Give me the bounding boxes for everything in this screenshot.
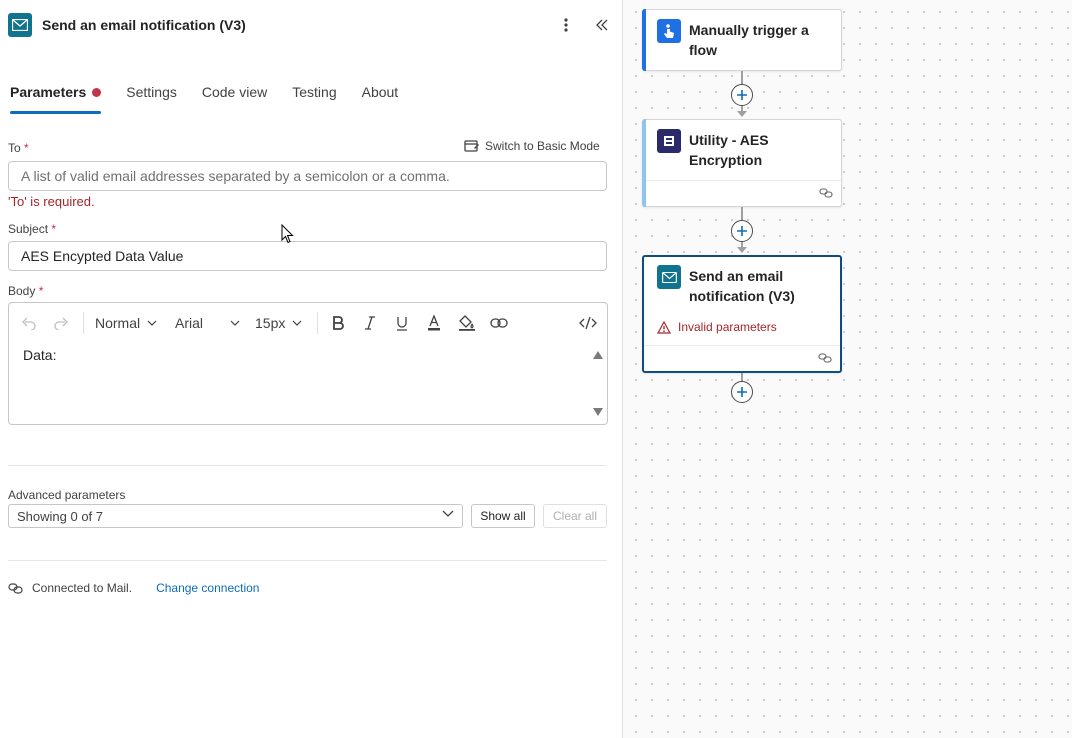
section-divider [8,560,607,561]
tab-about[interactable]: About [362,80,399,114]
block-format-value: Normal [95,315,141,331]
code-view-toggle-icon[interactable] [579,312,597,334]
connection-link-icon [819,188,833,198]
node-title: Send an email notification (V3) [689,268,795,304]
subject-input[interactable]: AES Encypted Data Value [8,241,607,271]
chevron-down-icon [442,510,454,517]
font-family-dropdown[interactable]: Arial [175,312,240,334]
connector-arrow [737,247,747,253]
connection-info: Connected to Mail. Change connection [8,581,259,595]
show-all-button[interactable]: Show all [471,504,535,528]
subject-label: Subject * [8,222,56,236]
tab-parameters-label: Parameters [10,84,87,100]
body-label-text: Body [8,284,36,298]
utility-connector-icon [657,129,681,153]
node-manual-trigger[interactable]: Manually trigger a flow [642,9,842,71]
subject-label-text: Subject [8,222,49,236]
connection-status: Connected to Mail. [32,581,133,595]
required-marker: * [51,222,57,236]
to-label: To * [8,141,29,155]
node-utility-aes-encryption[interactable]: Utility - AES Encryption [642,119,842,207]
panel-tabs: Parameters Settings Code view Testing Ab… [10,80,423,114]
undo-icon[interactable] [21,312,37,334]
switch-mode-label: Switch to Basic Mode [485,139,600,153]
editor-toolbar: Normal Arial 15px [9,303,607,343]
font-family-value: Arial [175,315,204,331]
mail-icon [657,265,681,289]
action-details-panel: Send an email notification (V3) Paramete… [0,0,623,738]
advanced-parameters-dropdown[interactable]: Showing 0 of 7 [8,504,463,528]
flow-designer-canvas[interactable]: Manually trigger a flow Utility - AES En… [624,0,1072,738]
to-label-text: To [8,141,21,155]
warning-text: Invalid parameters [678,320,777,334]
panel-header: Send an email notification (V3) [8,13,613,37]
panel-title: Send an email notification (V3) [42,17,246,33]
change-connection-link[interactable]: Change connection [156,581,259,595]
italic-icon[interactable] [364,312,376,334]
scroll-down-arrow[interactable] [593,408,603,416]
switch-mode-icon [464,140,479,152]
node-title: Manually trigger a flow [689,22,809,58]
bold-icon[interactable] [332,312,344,334]
body-rich-text-editor[interactable]: Normal Arial 15px Data: [8,302,608,425]
redo-icon[interactable] [53,312,69,334]
link-icon[interactable] [490,312,508,334]
required-marker: * [38,284,44,298]
toolbar-separator [317,312,318,334]
tab-parameters[interactable]: Parameters [10,80,102,114]
node-title: Utility - AES Encryption [689,132,769,168]
chevron-down-icon [292,320,302,326]
connector-line [741,207,743,221]
required-marker: * [24,141,29,155]
node-accent-bar [642,9,646,71]
font-size-dropdown[interactable]: 15px [255,312,302,334]
node-footer [644,345,840,371]
collapse-panel-icon[interactable] [594,15,610,35]
section-divider [8,465,607,466]
add-step-plus-icon[interactable] [731,220,753,242]
highlight-color-icon[interactable] [458,312,476,334]
toolbar-separator [83,312,84,334]
add-step-plus-icon[interactable] [731,381,753,403]
node-send-email-notification[interactable]: Send an email notification (V3) Invalid … [642,255,842,373]
advanced-parameters-label: Advanced parameters [8,488,126,502]
scroll-up-arrow[interactable] [593,351,603,359]
connector-arrow [737,111,747,117]
underline-icon[interactable] [396,312,408,334]
tab-settings[interactable]: Settings [126,80,177,114]
mail-icon [8,13,32,37]
clear-all-button[interactable]: Clear all [543,504,607,528]
warning-icon [657,320,671,334]
body-label: Body * [8,284,43,298]
font-color-icon[interactable] [427,312,441,334]
switch-to-basic-mode-button[interactable]: Switch to Basic Mode [464,139,600,153]
connection-link-icon [8,582,23,594]
connector-line [741,71,743,85]
body-editor-content[interactable]: Data: [23,347,56,363]
add-step-plus-icon[interactable] [731,84,753,106]
node-warning: Invalid parameters [657,320,777,334]
mouse-pointer-icon [281,224,294,244]
connection-link-icon [818,353,832,363]
error-indicator-dot [92,88,102,97]
chevron-down-icon [147,320,157,326]
tab-code-view[interactable]: Code view [202,80,267,114]
tab-testing[interactable]: Testing [292,80,336,114]
more-options-icon[interactable] [560,15,572,35]
chevron-down-icon [230,320,240,326]
font-size-value: 15px [255,315,286,331]
block-format-dropdown[interactable]: Normal [95,312,157,334]
to-input[interactable]: A list of valid email addresses separate… [8,161,607,191]
node-footer [646,180,841,206]
advanced-parameters-value: Showing 0 of 7 [17,508,104,524]
touch-trigger-icon [657,19,681,43]
to-error-message: 'To' is required. [8,194,95,209]
